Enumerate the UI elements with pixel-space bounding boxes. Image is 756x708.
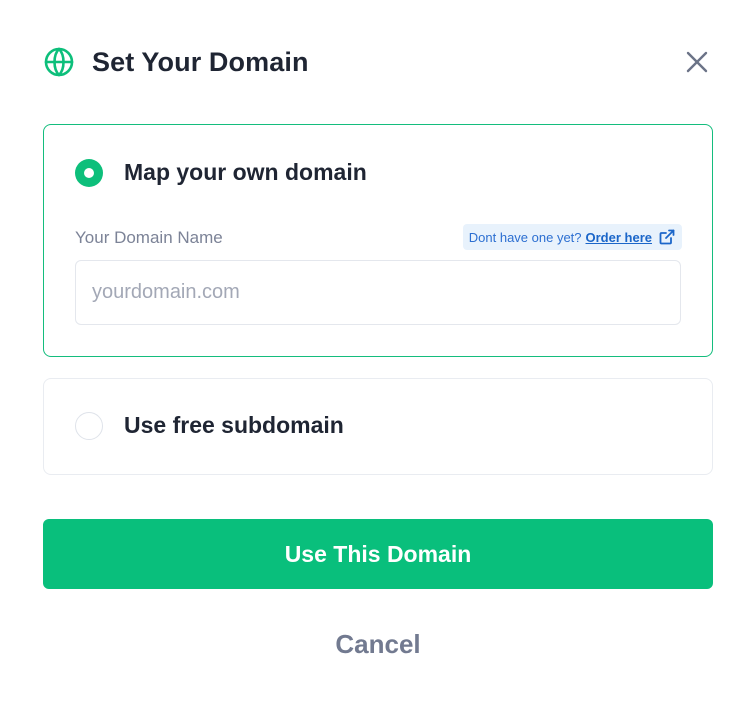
dialog-title: Set Your Domain: [92, 47, 309, 77]
free-subdomain-label: Use free subdomain: [124, 412, 344, 438]
hint-text: Dont have one yet?: [468, 229, 582, 245]
own-domain-radio[interactable]: [75, 159, 103, 187]
order-here-link[interactable]: Order here: [586, 230, 652, 245]
use-this-domain-button[interactable]: Use This Domain: [43, 519, 713, 589]
domain-name-label: Your Domain Name: [75, 228, 223, 247]
cancel-button[interactable]: Cancel: [278, 625, 478, 663]
dialog-header: Set Your Domain: [43, 42, 713, 82]
order-domain-hint: Dont have one yet? Order here: [462, 224, 682, 250]
option-own-domain-card[interactable]: Map your own domain Your Domain Name Don…: [43, 124, 713, 357]
external-link-icon[interactable]: [658, 228, 676, 246]
own-domain-label: Map your own domain: [124, 159, 367, 185]
set-domain-dialog: Set Your Domain Map your own domain Your…: [0, 0, 756, 708]
option-free-subdomain-card[interactable]: Use free subdomain: [43, 378, 713, 475]
close-icon[interactable]: [684, 49, 710, 75]
free-subdomain-radio[interactable]: [75, 412, 103, 440]
globe-icon: [44, 47, 74, 77]
domain-input[interactable]: [75, 260, 681, 325]
